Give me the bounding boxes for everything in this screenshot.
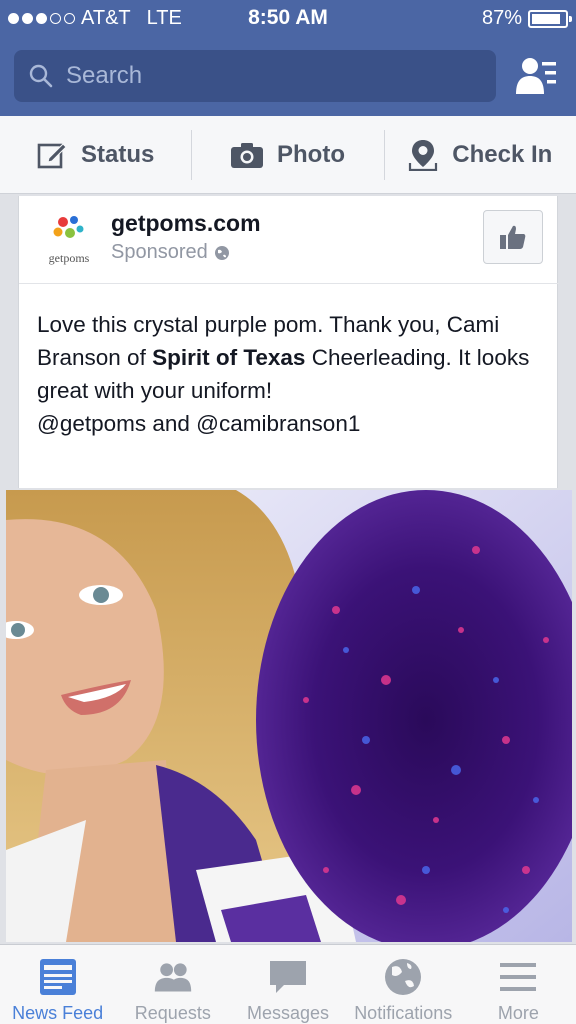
photo-label: Photo xyxy=(277,140,345,168)
search-icon xyxy=(29,64,53,88)
top-navigation-bar: AT&T LTE 8:50 AM 87% xyxy=(0,0,576,116)
flower-logo-icon xyxy=(53,216,84,238)
tab-label: More xyxy=(497,1003,539,1023)
tab-label: News Feed xyxy=(12,1003,104,1023)
status-bar: AT&T LTE 8:50 AM 87% xyxy=(0,0,576,36)
edit-icon xyxy=(37,142,67,168)
tab-news-feed[interactable]: News Feed xyxy=(0,945,115,1024)
friend-requests-icon xyxy=(154,963,191,992)
post-photo[interactable] xyxy=(6,490,572,942)
sponsored-post-card: getpoms getpoms.com Sponsored Love this … xyxy=(18,196,559,488)
tab-messages[interactable]: Messages xyxy=(230,945,345,1024)
battery-icon xyxy=(528,9,572,28)
photo-button[interactable]: Photo xyxy=(191,129,383,180)
bottom-tab-bar: News Feed Requests Messages Notification… xyxy=(0,944,576,1024)
logo-wordmark: getpoms xyxy=(48,251,90,265)
cheerleader-photo-image xyxy=(6,490,572,942)
check-in-label: Check In xyxy=(452,140,553,168)
like-page-button[interactable] xyxy=(483,210,543,264)
friends-list-icon[interactable] xyxy=(516,56,558,96)
status-label: Status xyxy=(80,140,155,168)
messages-icon xyxy=(270,961,306,993)
camera-icon xyxy=(231,142,263,168)
post-tags: @getpoms and @camibranson1 xyxy=(37,411,361,436)
tab-more[interactable]: More xyxy=(461,945,576,1024)
post-header: getpoms getpoms.com Sponsored xyxy=(19,196,559,284)
menu-icon xyxy=(500,963,537,991)
tab-label: Messages xyxy=(246,1003,330,1023)
tab-notifications[interactable]: Notifications xyxy=(346,945,461,1024)
composer-bar: Status Photo Check In xyxy=(0,116,576,194)
post-message: Love this crystal purple pom. Thank you,… xyxy=(37,308,537,440)
search-bar[interactable] xyxy=(14,50,496,102)
thumbs-up-icon xyxy=(500,225,526,249)
check-in-button[interactable]: Check In xyxy=(383,129,576,180)
tab-label: Notifications xyxy=(354,1003,453,1023)
page-logo[interactable]: getpoms xyxy=(41,214,97,266)
sponsored-text: Sponsored xyxy=(111,241,208,263)
location-pin-icon xyxy=(409,139,438,171)
news-feed-icon xyxy=(39,959,76,995)
sponsored-label: Sponsored xyxy=(111,241,230,264)
tagged-page-link[interactable]: Spirit of Texas xyxy=(152,345,305,370)
search-input[interactable] xyxy=(66,62,466,90)
battery-status: 87% xyxy=(481,7,572,30)
tab-label: Requests xyxy=(134,1003,211,1023)
tab-requests[interactable]: Requests xyxy=(115,945,230,1024)
status-button[interactable]: Status xyxy=(0,130,191,180)
page-name-link[interactable]: getpoms.com xyxy=(111,210,261,237)
globe-icon xyxy=(385,959,422,995)
globe-icon xyxy=(214,245,229,260)
battery-percent: 87% xyxy=(481,7,522,29)
